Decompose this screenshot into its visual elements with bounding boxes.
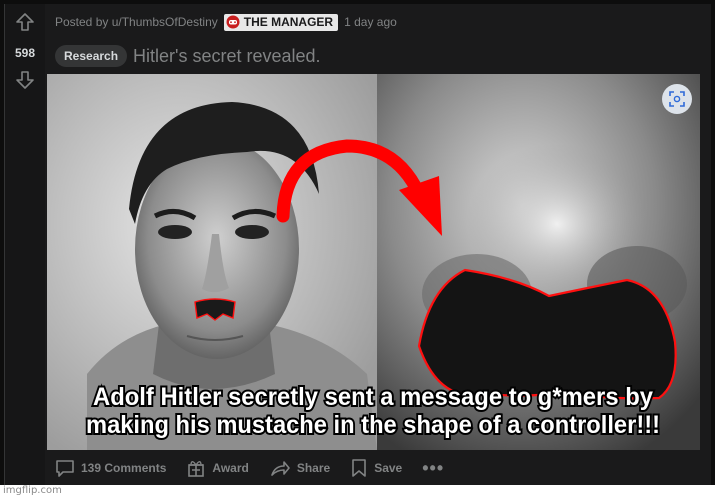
share-button[interactable]: Share (269, 458, 330, 478)
user-flair: THE MANAGER (223, 13, 339, 31)
screenshot-frame: 598 Posted by u/ThumbsOfDestiny THE MANA… (0, 0, 715, 485)
vote-count: 598 (14, 46, 36, 60)
award-button[interactable]: Award (186, 458, 249, 478)
more-options-button[interactable]: ••• (422, 458, 444, 479)
post-flair-badge[interactable]: Research (55, 45, 128, 67)
gift-icon (188, 461, 205, 477)
user-flair-label: THE MANAGER (243, 15, 334, 29)
comment-icon (56, 460, 74, 477)
meme-caption-line-1: Adolf Hitler secretly sent a message to … (93, 383, 653, 411)
downvote-button[interactable] (13, 68, 37, 92)
post-image[interactable]: Adolf Hitler secretly sent a message to … (47, 74, 700, 450)
posted-by-link[interactable]: Posted by u/ThumbsOfDestiny (55, 15, 218, 29)
meme-image: Adolf Hitler secretly sent a message to … (47, 74, 700, 450)
imgflip-watermark: imgflip.com (3, 485, 62, 496)
arrow-down-icon (16, 71, 34, 89)
comments-label: 139 Comments (81, 461, 167, 475)
comments-button[interactable]: 139 Comments (55, 458, 166, 478)
expand-image-button[interactable] (662, 84, 692, 114)
post-meta: Posted by u/ThumbsOfDestiny THE MANAGER … (55, 13, 397, 31)
title-row: Research Hitler's secret revealed. (55, 42, 321, 70)
meme-caption-line-2: making his mustache in the shape of a co… (86, 411, 660, 439)
share-icon (271, 461, 290, 476)
timestamp[interactable]: 1 day ago (344, 15, 397, 29)
bookmark-icon (352, 459, 367, 477)
arrow-up-icon (16, 13, 34, 31)
post-title[interactable]: Hitler's secret revealed. (133, 46, 321, 67)
expand-icon (669, 91, 685, 107)
upvote-button[interactable] (13, 10, 37, 34)
award-label: Award (212, 461, 249, 475)
save-button[interactable]: Save (350, 458, 402, 478)
post-actions: 139 Comments Award Share Save ••• (55, 456, 444, 480)
vote-column: 598 (5, 4, 45, 485)
controller-flair-icon (226, 15, 240, 29)
share-label: Share (296, 461, 331, 475)
post-card[interactable]: 598 Posted by u/ThumbsOfDestiny THE MANA… (4, 4, 711, 485)
save-label: Save (374, 461, 403, 475)
